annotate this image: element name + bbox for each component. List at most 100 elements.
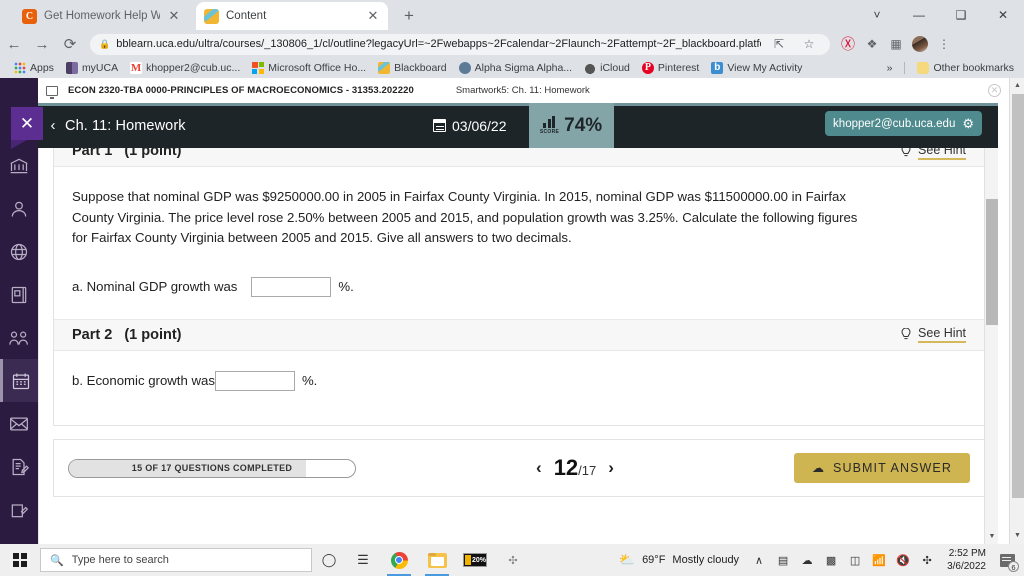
- scroll-down-icon[interactable]: ▼: [985, 530, 999, 544]
- bookmark-label: myUCA: [81, 62, 119, 74]
- sidebar-item-organizations[interactable]: [0, 316, 38, 359]
- sidebar-item-tools[interactable]: [0, 488, 38, 531]
- close-icon[interactable]: ✕: [982, 0, 1024, 30]
- task-view-icon[interactable]: ☰: [346, 544, 380, 576]
- taskbar-search-box[interactable]: 🔍 Type here to search: [40, 548, 312, 572]
- question-card: Part 1 (1 point) See Hint Suppose that n…: [53, 135, 985, 426]
- onedrive-cloud-icon[interactable]: ☁: [795, 544, 819, 576]
- close-button[interactable]: ✕: [11, 107, 43, 140]
- close-icon[interactable]: ✕: [988, 84, 1001, 97]
- screen-capture-icon[interactable]: ▩: [819, 544, 843, 576]
- due-date: 03/06/22: [433, 118, 507, 134]
- sidebar-item-institution-page[interactable]: [0, 144, 38, 187]
- volume-muted-icon[interactable]: 🔇: [891, 544, 915, 576]
- taskbar-app-file-explorer[interactable]: [418, 544, 456, 576]
- start-button[interactable]: [0, 544, 40, 576]
- browser-tab-chegg[interactable]: C Get Homework Help With Chegg ✕: [14, 2, 189, 30]
- sidebar-item-profile[interactable]: [0, 187, 38, 230]
- answer-input-a[interactable]: [251, 276, 332, 297]
- maximize-icon[interactable]: ❑: [940, 0, 982, 30]
- browser-tab-content[interactable]: Content ✕: [196, 2, 388, 30]
- back-button[interactable]: ‹: [45, 117, 61, 134]
- page-scrollbar[interactable]: ▲ ▼: [1009, 78, 1024, 544]
- taskbar-clock[interactable]: 2:52 PM 3/6/2022: [939, 547, 994, 573]
- taskbar-app-chrome[interactable]: [380, 544, 418, 576]
- chevron-down-icon[interactable]: ˅: [856, 0, 898, 30]
- new-tab-button[interactable]: +: [398, 5, 420, 27]
- tray-expand-icon[interactable]: ∧: [747, 544, 771, 576]
- share-icon[interactable]: ⇱: [767, 34, 791, 55]
- extensions-puzzle-icon[interactable]: ❖: [860, 30, 884, 58]
- back-button[interactable]: ←: [0, 30, 28, 58]
- sidebar-item-messages[interactable]: [0, 402, 38, 445]
- see-hint-button-part2[interactable]: See Hint: [901, 326, 966, 343]
- envelope-icon: [10, 417, 28, 430]
- smartwork-content: Part 1 (1 point) See Hint Suppose that n…: [38, 103, 998, 544]
- sidebar-item-grades[interactable]: [0, 445, 38, 488]
- bookmark-office[interactable]: Microsoft Office Ho...: [246, 59, 372, 77]
- bookmark-alpha-sigma-alpha[interactable]: Alpha Sigma Alpha...: [453, 59, 578, 77]
- divider: [904, 62, 906, 74]
- reading-list-icon[interactable]: ▦: [884, 30, 908, 58]
- taskbar-app-bluetooth[interactable]: ✣: [494, 544, 532, 576]
- next-question-button[interactable]: ›: [608, 458, 614, 478]
- score-badge: SCORE 74%: [528, 103, 614, 148]
- cloud-upload-icon: ☁: [811, 461, 826, 475]
- address-bar[interactable]: 🔒 bblearn.uca.edu/ultra/courses/_130806_…: [90, 33, 830, 55]
- scroll-down-icon[interactable]: ▼: [1010, 528, 1024, 544]
- weather-temperature: 69°F: [642, 554, 666, 566]
- forward-button[interactable]: →: [28, 30, 56, 58]
- close-icon[interactable]: ✕: [366, 9, 380, 23]
- sidebar-item-calendar[interactable]: [0, 359, 38, 402]
- bookmark-myuca[interactable]: myUCA: [60, 59, 124, 77]
- chrome-menu-icon[interactable]: ⋮: [932, 30, 956, 58]
- meet-now-icon[interactable]: ▤: [771, 544, 795, 576]
- bookmark-blackboard[interactable]: Blackboard: [372, 59, 453, 77]
- profile-avatar[interactable]: [908, 30, 932, 58]
- lightbulb-icon: [901, 328, 911, 340]
- close-icon[interactable]: ✕: [167, 9, 181, 23]
- bookmark-view-my-activity[interactable]: b View My Activity: [705, 59, 808, 77]
- submit-answer-button[interactable]: ☁ SUBMIT ANSWER: [793, 453, 970, 483]
- progress-bar: 15 OF 17 QUESTIONS COMPLETED: [68, 458, 356, 478]
- pinterest-icon[interactable]: Ⓧ: [836, 30, 860, 58]
- other-bookmarks-folder[interactable]: Other bookmarks: [911, 59, 1020, 77]
- bookmark-label: Microsoft Office Ho...: [268, 62, 367, 74]
- scroll-up-icon[interactable]: ▲: [1010, 78, 1024, 94]
- bookmark-apps[interactable]: Apps: [8, 59, 60, 77]
- wifi-icon[interactable]: 📶: [867, 544, 891, 576]
- part-label: Part 2: [72, 326, 113, 343]
- inner-scrollbar[interactable]: ▲ ▼: [984, 103, 998, 544]
- inner-scrollbar-thumb[interactable]: [986, 199, 998, 325]
- notification-center-button[interactable]: 6: [994, 544, 1020, 576]
- bluetooth-icon[interactable]: ✣: [915, 544, 939, 576]
- cortana-circle-icon[interactable]: ◯: [312, 544, 346, 576]
- chrome-icon: [390, 551, 408, 569]
- answer-input-b[interactable]: [214, 370, 295, 391]
- answer-row-a: a. Nominal GDP growth was %.: [72, 276, 966, 297]
- previous-question-button[interactable]: ‹: [536, 458, 542, 478]
- bookmark-pinterest[interactable]: P Pinterest: [636, 59, 705, 77]
- blackboard-left-nav: [0, 78, 38, 544]
- browser-chrome: C Get Homework Help With Chegg ✕ Content…: [0, 0, 1024, 78]
- sidebar-item-courses[interactable]: [0, 273, 38, 316]
- bookmark-star-icon[interactable]: ☆: [797, 34, 821, 55]
- taskbar-app-battery[interactable]: 20%: [456, 544, 494, 576]
- apps-grid-icon: [14, 62, 26, 74]
- sidebar-item-activity-stream[interactable]: [0, 230, 38, 273]
- notification-count: 6: [1008, 561, 1019, 572]
- partly-cloudy-icon: ⛅: [618, 552, 636, 567]
- user-account-button[interactable]: khopper2@cub.uca.edu ⚙: [825, 111, 982, 136]
- weather-widget[interactable]: ⛅ 69°F Mostly cloudy: [611, 552, 747, 568]
- battery-icon[interactable]: ◫: [843, 544, 867, 576]
- page-scrollbar-thumb[interactable]: [1012, 94, 1024, 498]
- bookmarks-overflow-button[interactable]: »: [881, 59, 899, 77]
- bookmark-icloud[interactable]: iCloud: [578, 59, 636, 77]
- gear-icon[interactable]: ⚙: [962, 117, 974, 130]
- bookmark-gmail[interactable]: M khopper2@cub.uc...: [124, 59, 246, 77]
- clock-time: 2:52 PM: [948, 548, 986, 559]
- reload-button[interactable]: ⟳: [56, 30, 84, 58]
- answer-label: a. Nominal GDP growth was: [72, 279, 238, 294]
- minimize-icon[interactable]: —: [898, 0, 940, 30]
- clock-date: 3/6/2022: [947, 561, 986, 572]
